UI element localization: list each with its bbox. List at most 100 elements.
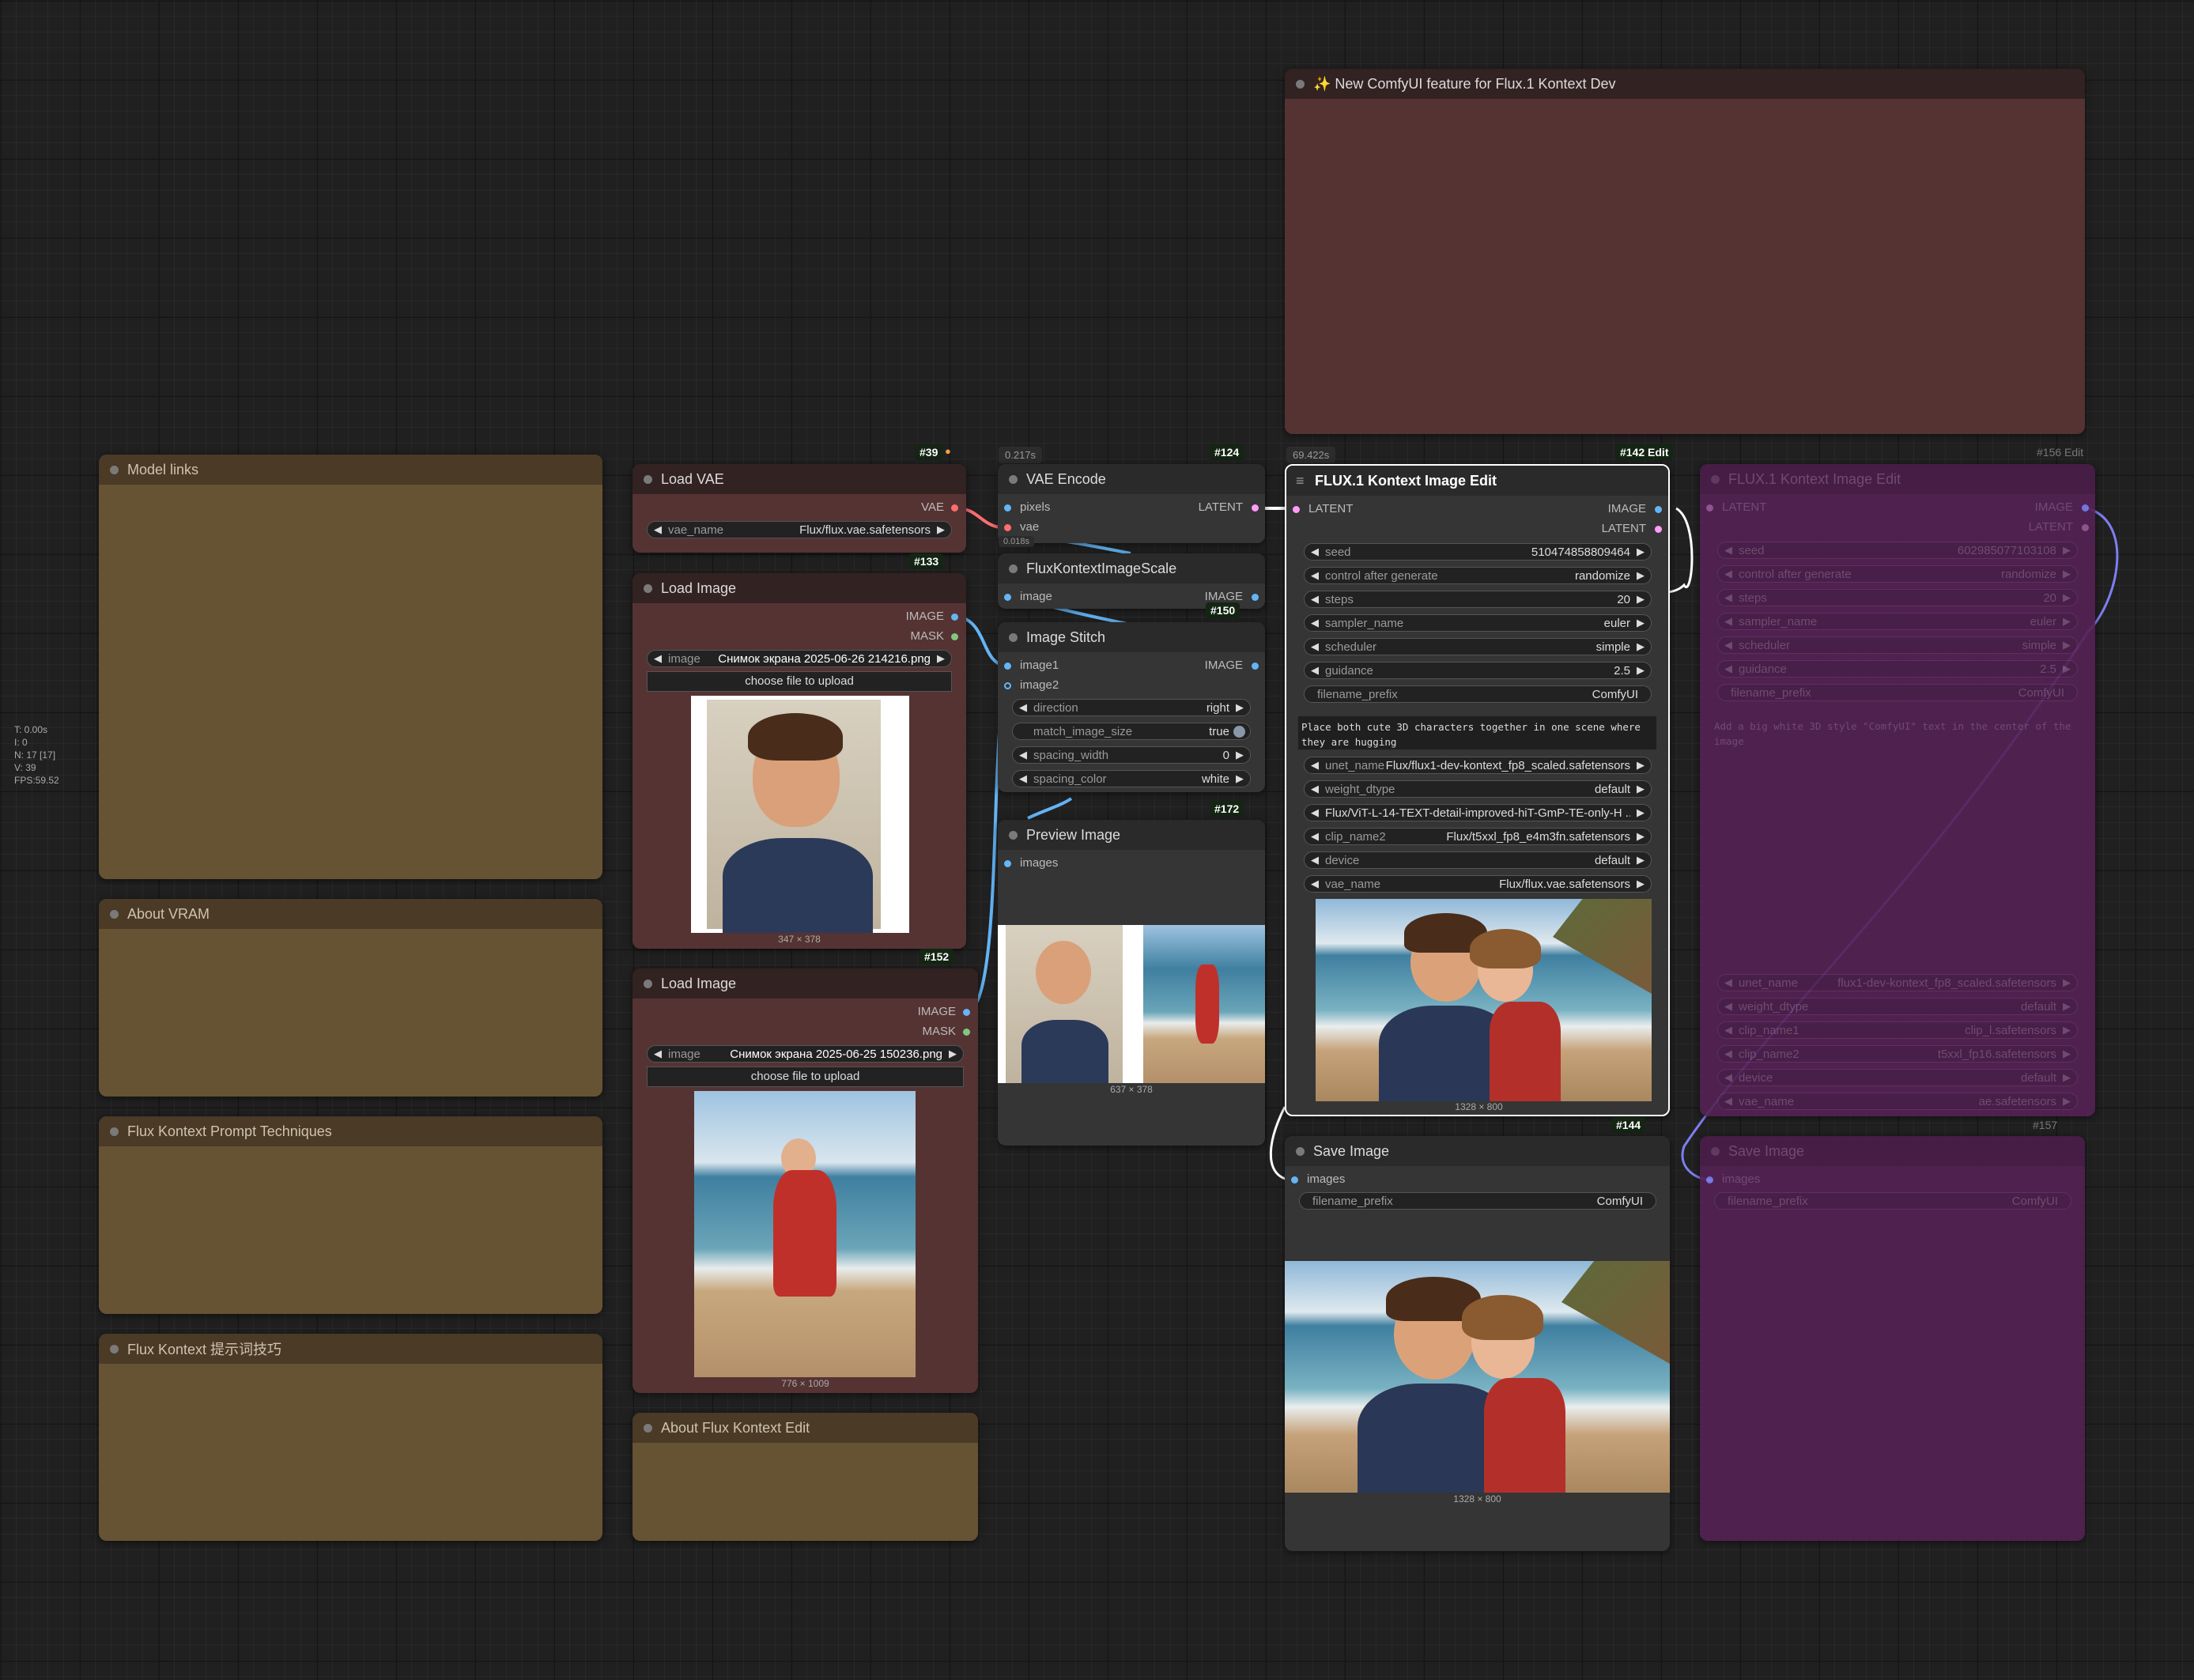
- spacing-color-widget[interactable]: ◀ spacing_color white ▶: [1012, 770, 1251, 787]
- filename-prefix-widget[interactable]: filename_prefix ComfyUI: [1299, 1192, 1656, 1210]
- arrow-left-icon[interactable]: ◀: [1724, 1024, 1732, 1036]
- output-image-dot[interactable]: [1655, 506, 1662, 513]
- arrow-left-icon[interactable]: ◀: [1019, 701, 1027, 714]
- output-image-dot[interactable]: [951, 613, 958, 621]
- arrow-left-icon[interactable]: ◀: [1311, 878, 1319, 890]
- arrow-right-icon[interactable]: ▶: [1637, 569, 1645, 582]
- note-prompt-techniques[interactable]: Flux Kontext Prompt Techniques: [99, 1116, 602, 1314]
- arrow-left-icon[interactable]: ◀: [1311, 854, 1319, 866]
- menu-icon[interactable]: ≡: [1296, 473, 1305, 489]
- arrow-left-icon[interactable]: ◀: [1724, 615, 1732, 628]
- collapse-dot[interactable]: [644, 584, 652, 593]
- arrow-left-icon[interactable]: ◀: [1724, 1048, 1732, 1060]
- arrow-right-icon[interactable]: ▶: [1236, 701, 1244, 714]
- vae-name-widget[interactable]: ◀ vae_name Flux/flux.vae.safetensors ▶: [1304, 875, 1652, 893]
- collapse-dot[interactable]: [1009, 564, 1018, 573]
- arrow-right-icon[interactable]: ▶: [2063, 1095, 2071, 1108]
- sampler-name-widget[interactable]: ◀ sampler_name euler ▶: [1717, 613, 2078, 630]
- arrow-right-icon[interactable]: ▶: [2063, 663, 2071, 675]
- arrow-left-icon[interactable]: ◀: [1311, 640, 1319, 653]
- arrow-right-icon[interactable]: ▶: [2063, 639, 2071, 651]
- arrow-right-icon[interactable]: ▶: [1236, 749, 1244, 761]
- arrow-left-icon[interactable]: ◀: [1724, 663, 1732, 675]
- arrow-right-icon[interactable]: ▶: [2063, 568, 2071, 580]
- image-select-widget[interactable]: ◀ image Снимок экрана 2025-06-25 150236.…: [647, 1045, 964, 1063]
- arrow-left-icon[interactable]: ◀: [1724, 976, 1732, 989]
- arrow-left-icon[interactable]: ◀: [1019, 749, 1027, 761]
- node-flux-kontext-edit[interactable]: ≡ FLUX.1 Kontext Image Edit LATENT IMAGE …: [1285, 464, 1670, 1116]
- filename-prefix-widget[interactable]: filename_prefix ComfyUI: [1304, 685, 1652, 703]
- arrow-right-icon[interactable]: ▶: [2063, 544, 2071, 557]
- arrow-right-icon[interactable]: ▶: [1637, 759, 1645, 772]
- collapse-dot[interactable]: [110, 910, 119, 919]
- node-preview-image[interactable]: Preview Image images 637 × 378: [998, 820, 1265, 1146]
- output-vae-dot[interactable]: [951, 504, 958, 512]
- seed-widget[interactable]: ◀ seed 510474858809464 ▶: [1304, 543, 1652, 561]
- input-image1-dot[interactable]: [1004, 663, 1011, 670]
- arrow-left-icon[interactable]: ◀: [1019, 772, 1027, 785]
- arrow-left-icon[interactable]: ◀: [1311, 546, 1319, 558]
- arrow-right-icon[interactable]: ▶: [1236, 772, 1244, 785]
- arrow-right-icon[interactable]: ▶: [1637, 878, 1645, 890]
- node-save-image[interactable]: Save Image images filename_prefix ComfyUI…: [1285, 1136, 1670, 1551]
- input-image-dot[interactable]: [1004, 594, 1011, 601]
- unet-name-widget[interactable]: ◀ unet_name Flux/flux1-dev-kontext_fp8_sca…: [1304, 757, 1652, 774]
- output-latent-dot[interactable]: [1252, 504, 1259, 512]
- input-images-dot[interactable]: [1004, 860, 1011, 867]
- output-mask-dot[interactable]: [963, 1029, 970, 1036]
- upload-button[interactable]: choose file to upload: [647, 671, 952, 692]
- input-pixels-dot[interactable]: [1004, 504, 1011, 512]
- arrow-left-icon[interactable]: ◀: [1724, 1095, 1732, 1108]
- collapse-dot[interactable]: [1009, 475, 1018, 484]
- weight-dtype-widget[interactable]: ◀ weight_dtype default ▶: [1304, 780, 1652, 798]
- vae-name-widget[interactable]: ◀ vae_name ae.safetensors ▶: [1717, 1093, 2078, 1110]
- device-widget[interactable]: ◀ device default ▶: [1717, 1069, 2078, 1086]
- note-prompt-techniques-cn[interactable]: Flux Kontext 提示词技巧: [99, 1334, 602, 1541]
- arrow-right-icon[interactable]: ▶: [937, 652, 945, 665]
- output-latent-dot[interactable]: [1655, 526, 1662, 533]
- arrow-left-icon[interactable]: ◀: [1311, 569, 1319, 582]
- arrow-left-icon[interactable]: ◀: [1724, 1071, 1732, 1084]
- node-save-image-bypassed[interactable]: Save Image images filename_prefix ComfyUI: [1700, 1136, 2085, 1541]
- arrow-right-icon[interactable]: ▶: [949, 1048, 957, 1060]
- arrow-right-icon[interactable]: ▶: [1637, 854, 1645, 866]
- arrow-right-icon[interactable]: ▶: [2063, 1048, 2071, 1060]
- collapse-dot[interactable]: [1296, 80, 1305, 89]
- output-image-dot[interactable]: [963, 1009, 970, 1016]
- collapse-dot[interactable]: [1009, 633, 1018, 642]
- arrow-right-icon[interactable]: ▶: [1637, 830, 1645, 843]
- arrow-right-icon[interactable]: ▶: [1637, 783, 1645, 795]
- input-image2-dot[interactable]: [1004, 682, 1011, 689]
- steps-widget[interactable]: ◀ steps 20 ▶: [1304, 591, 1652, 608]
- vae-name-widget[interactable]: ◀ vae_name Flux/flux.vae.safetensors ▶: [647, 521, 952, 538]
- note-model-links[interactable]: Model links: [99, 455, 602, 879]
- arrow-right-icon[interactable]: ▶: [1637, 617, 1645, 629]
- arrow-left-icon[interactable]: ◀: [1724, 591, 1732, 604]
- weight-dtype-widget[interactable]: ◀ weight_dtype default ▶: [1717, 998, 2078, 1015]
- clip-name1-widget[interactable]: ◀ clip_name1 clip_l.safetensors ▶: [1717, 1021, 2078, 1039]
- arrow-right-icon[interactable]: ▶: [2063, 1071, 2071, 1084]
- arrow-left-icon[interactable]: ◀: [1311, 617, 1319, 629]
- arrow-right-icon[interactable]: ▶: [2063, 615, 2071, 628]
- node-load-image-2[interactable]: Load Image IMAGE MASK ◀ image Снимок экр…: [633, 968, 978, 1393]
- collapse-dot[interactable]: [1296, 1147, 1305, 1156]
- arrow-left-icon[interactable]: ◀: [1724, 568, 1732, 580]
- arrow-left-icon[interactable]: ◀: [1724, 544, 1732, 557]
- note-about-vram[interactable]: About VRAM: [99, 899, 602, 1097]
- arrow-left-icon[interactable]: ◀: [1311, 830, 1319, 843]
- steps-widget[interactable]: ◀ steps 20 ▶: [1717, 589, 2078, 606]
- arrow-left-icon[interactable]: ◀: [1311, 664, 1319, 677]
- node-load-vae[interactable]: Load VAE VAE ◀ vae_name Flux/flux.vae.sa…: [633, 464, 966, 553]
- upload-button[interactable]: choose file to upload: [647, 1067, 964, 1087]
- direction-widget[interactable]: ◀ direction right ▶: [1012, 699, 1251, 716]
- prompt-textarea[interactable]: Add a big white 3D style "ComfyUI" text …: [1711, 715, 2084, 747]
- output-image-dot[interactable]: [2082, 504, 2089, 512]
- arrow-left-icon[interactable]: ◀: [1311, 759, 1319, 772]
- output-latent-dot[interactable]: [2082, 524, 2089, 531]
- arrow-left-icon[interactable]: ◀: [1724, 639, 1732, 651]
- input-latent-dot[interactable]: [1293, 506, 1300, 513]
- collapse-dot[interactable]: [644, 475, 652, 484]
- arrow-left-icon[interactable]: ◀: [1311, 806, 1319, 819]
- arrow-right-icon[interactable]: ▶: [2063, 591, 2071, 604]
- input-vae-dot[interactable]: [1004, 524, 1011, 531]
